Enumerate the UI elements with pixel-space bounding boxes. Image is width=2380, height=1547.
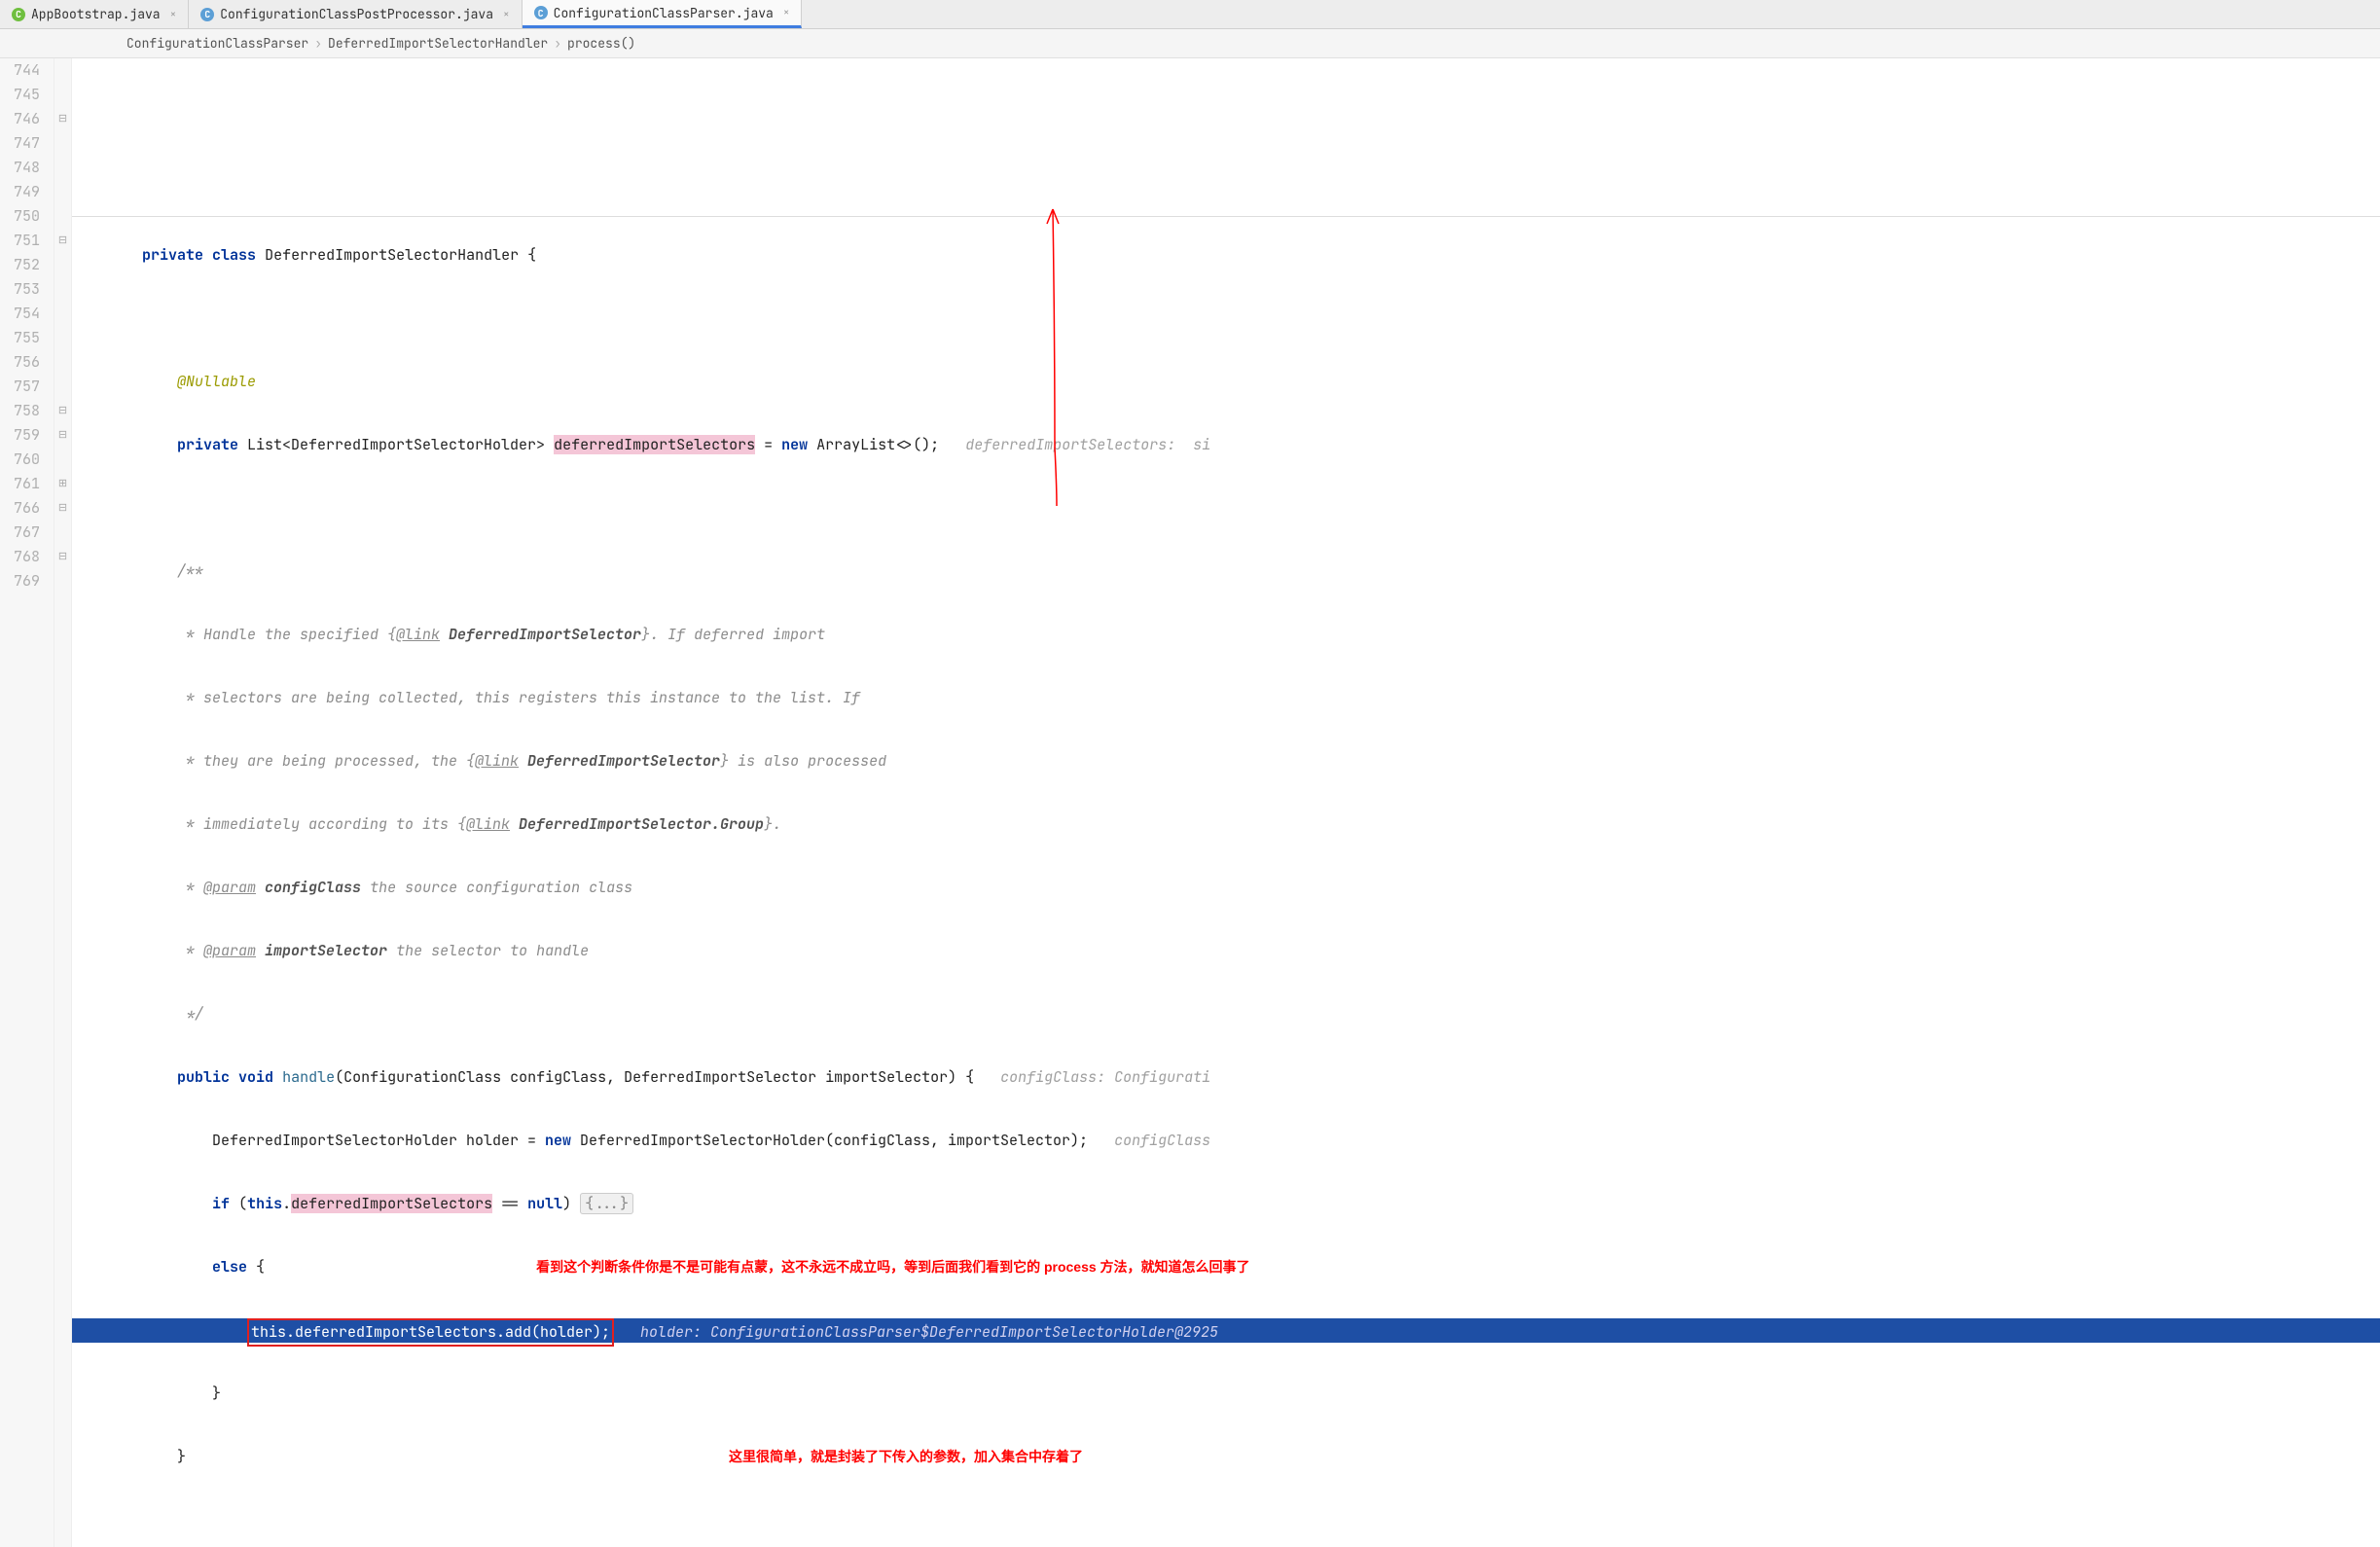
code-line: private class DeferredImportSelectorHand… xyxy=(72,243,2380,268)
line-number: 748 xyxy=(0,156,46,180)
inline-hint: configClass: Configurati xyxy=(1000,1067,1210,1087)
line-number: 744 xyxy=(0,58,46,83)
code-line: } 这里很简单，就是封装了下传入的参数，加入集合中存着了 xyxy=(72,1445,2380,1469)
fold-marker[interactable]: ⊟ xyxy=(54,107,71,131)
java-class-icon: C xyxy=(534,6,548,19)
fold-marker[interactable] xyxy=(54,131,71,156)
breadcrumb: ConfigurationClassParser › DeferredImpor… xyxy=(0,29,2380,58)
code-line xyxy=(72,306,2380,331)
fold-marker[interactable] xyxy=(54,180,71,204)
line-number: 768 xyxy=(0,545,46,569)
fold-marker[interactable]: ⊟ xyxy=(54,545,71,569)
fold-marker[interactable]: ⊞ xyxy=(54,472,71,496)
tab-label: ConfigurationClassParser.java xyxy=(554,5,774,21)
code-line xyxy=(72,117,2380,141)
chevron-right-icon: › xyxy=(314,35,322,52)
code-line: * Handle the specified {@link DeferredIm… xyxy=(72,623,2380,647)
code-line: /** xyxy=(72,559,2380,584)
code-line: public void handle(ConfigurationClass co… xyxy=(72,1065,2380,1090)
highlighted-statement: this.deferredImportSelectors.add(holder)… xyxy=(247,1318,614,1347)
close-icon[interactable]: × xyxy=(503,8,510,21)
java-class-icon: C xyxy=(200,8,214,21)
fold-gutter: ⊟ ⊟ ⊟ ⊟ ⊞ ⊟ ⊟ xyxy=(54,58,72,1547)
fold-marker[interactable] xyxy=(54,448,71,472)
line-number: 761 xyxy=(0,472,46,496)
code-line: */ xyxy=(72,1002,2380,1026)
code-line: if (this.deferredImportSelectors == null… xyxy=(72,1192,2380,1216)
highlighted-identifier: deferredImportSelectors xyxy=(554,435,755,454)
inline-hint: deferredImportSelectors: si xyxy=(965,435,1210,454)
code-content[interactable]: private class DeferredImportSelectorHand… xyxy=(72,58,2380,1547)
line-number: 752 xyxy=(0,253,46,277)
code-line xyxy=(72,180,2380,204)
fold-marker[interactable] xyxy=(54,521,71,545)
line-number: 760 xyxy=(0,448,46,472)
line-number: 755 xyxy=(0,326,46,350)
fold-marker[interactable] xyxy=(54,302,71,326)
annotation-comment: 这里很简单，就是封装了下传入的参数，加入集合中存着了 xyxy=(729,1449,1083,1464)
annotation-comment: 看到这个判断条件你是不是可能有点蒙，这不永远不成立吗，等到后面我们看到它的 pr… xyxy=(536,1259,1249,1275)
fold-placeholder[interactable]: {...} xyxy=(580,1193,633,1214)
code-line: * they are being processed, the {@link D… xyxy=(72,749,2380,774)
editor-tabs: C AppBootstrap.java × C ConfigurationCla… xyxy=(0,0,2380,29)
inline-hint: holder: ConfigurationClassParser$Deferre… xyxy=(640,1322,1218,1342)
line-number: 759 xyxy=(0,423,46,448)
code-editor[interactable]: 744 745 746 747 748 749 750 751 752 753 … xyxy=(0,58,2380,1547)
highlighted-identifier: deferredImportSelectors xyxy=(291,1194,492,1213)
chevron-right-icon: › xyxy=(554,35,561,52)
tab-configurationclassparser[interactable]: C ConfigurationClassParser.java × xyxy=(523,0,803,28)
line-number-gutter: 744 745 746 747 748 749 750 751 752 753 … xyxy=(0,58,54,1547)
line-number: 754 xyxy=(0,302,46,326)
code-line: * selectors are being collected, this re… xyxy=(72,686,2380,710)
line-number: 769 xyxy=(0,569,46,594)
line-number: 757 xyxy=(0,375,46,399)
fold-marker[interactable] xyxy=(54,83,71,107)
line-number: 756 xyxy=(0,350,46,375)
tab-configurationclasspostprocessor[interactable]: C ConfigurationClassPostProcessor.java × xyxy=(189,0,522,28)
tab-label: ConfigurationClassPostProcessor.java xyxy=(220,6,493,22)
line-number: 750 xyxy=(0,204,46,229)
java-class-icon: C xyxy=(12,8,25,21)
fold-marker[interactable] xyxy=(54,204,71,229)
code-line: * immediately according to its {@link De… xyxy=(72,812,2380,837)
line-number: 766 xyxy=(0,496,46,521)
breadcrumb-part[interactable]: process() xyxy=(567,35,635,52)
fold-marker[interactable] xyxy=(54,375,71,399)
fold-marker[interactable]: ⊟ xyxy=(54,423,71,448)
fold-marker[interactable]: ⊟ xyxy=(54,399,71,423)
fold-marker[interactable]: ⊟ xyxy=(54,229,71,253)
fold-marker[interactable] xyxy=(54,277,71,302)
breadcrumb-part[interactable]: ConfigurationClassParser xyxy=(126,35,308,52)
code-line: private List<DeferredImportSelectorHolde… xyxy=(72,433,2380,457)
line-number: 751 xyxy=(0,229,46,253)
line-number: 747 xyxy=(0,131,46,156)
code-line: * @param configClass the source configur… xyxy=(72,876,2380,900)
inline-hint: configClass xyxy=(1114,1131,1210,1150)
line-number: 746 xyxy=(0,107,46,131)
code-line: @Nullable xyxy=(72,370,2380,394)
tab-appbootstrap[interactable]: C AppBootstrap.java × xyxy=(0,0,189,28)
code-line: else { 看到这个判断条件你是不是可能有点蒙，这不永远不成立吗，等到后面我们… xyxy=(72,1255,2380,1279)
line-number: 753 xyxy=(0,277,46,302)
breadcrumb-part[interactable]: DeferredImportSelectorHandler xyxy=(328,35,548,52)
fold-marker[interactable] xyxy=(54,253,71,277)
line-number: 745 xyxy=(0,83,46,107)
fold-marker[interactable] xyxy=(54,326,71,350)
code-line xyxy=(72,496,2380,521)
code-line: * @param importSelector the selector to … xyxy=(72,939,2380,963)
line-number: 749 xyxy=(0,180,46,204)
line-number: 758 xyxy=(0,399,46,423)
code-line-selected: this.deferredImportSelectors.add(holder)… xyxy=(72,1318,2380,1343)
line-number: 767 xyxy=(0,521,46,545)
fold-marker[interactable]: ⊟ xyxy=(54,496,71,521)
close-icon[interactable]: × xyxy=(783,6,790,19)
close-icon[interactable]: × xyxy=(170,8,177,21)
fold-marker[interactable] xyxy=(54,569,71,594)
tab-label: AppBootstrap.java xyxy=(31,6,161,22)
fold-marker[interactable] xyxy=(54,350,71,375)
code-line: } xyxy=(72,1382,2380,1406)
code-line: DeferredImportSelectorHolder holder = ne… xyxy=(72,1129,2380,1153)
fold-marker[interactable] xyxy=(54,156,71,180)
fold-marker[interactable] xyxy=(54,58,71,83)
